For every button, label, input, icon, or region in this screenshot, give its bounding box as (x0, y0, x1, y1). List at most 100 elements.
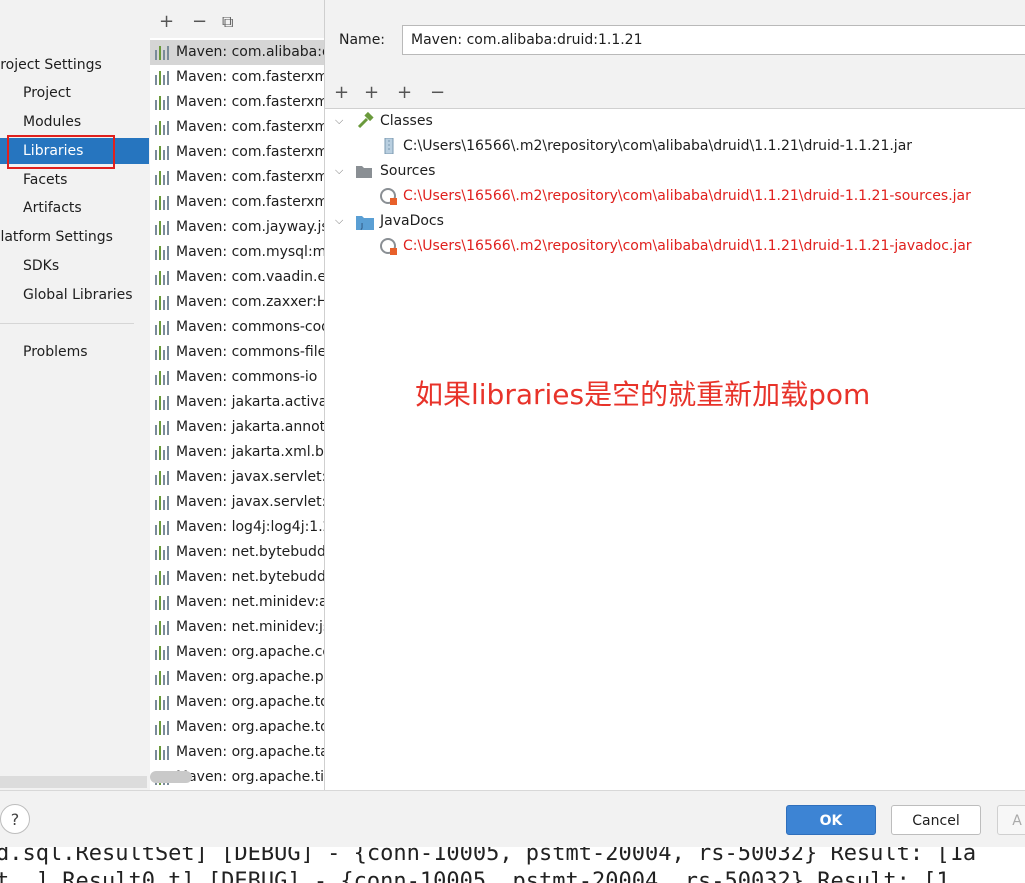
library-list-item[interactable]: Maven: com.fasterxml.jackson.annotations (150, 190, 324, 215)
library-list-item[interactable]: Maven: jakarta.xml.bind (150, 440, 324, 465)
library-bars-icon (155, 321, 171, 335)
library-list-item[interactable]: Maven: commons-fileupload (150, 340, 324, 365)
library-bars-icon (155, 171, 171, 185)
library-name: Maven: net.bytebuddy:byte-buddy (176, 544, 325, 560)
library-list-item[interactable]: Maven: org.apache.tomcat (150, 690, 324, 715)
library-name: Maven: org.apache.tomcat (176, 694, 324, 710)
classes-node[interactable]: Classes (380, 110, 433, 132)
library-bars-icon (155, 246, 171, 260)
javadocs-path[interactable]: C:\Users\16566\.m2\repository\com\alibab… (403, 235, 972, 257)
library-name: Maven: net.minidev:json-smart (176, 619, 324, 635)
library-bars-icon (155, 121, 171, 135)
library-list-item[interactable]: Maven: org.apache.taglibs (150, 740, 324, 765)
chevron-down-icon[interactable]: ⌵ (335, 214, 343, 228)
library-name: Maven: com.jayway.jsonpath (176, 219, 324, 235)
library-list-item[interactable]: Maven: com.mysql:mysql-connector (150, 240, 324, 265)
library-name: Maven: commons-fileupload (176, 344, 324, 360)
library-list-item[interactable]: Maven: javax.servlet:jstl (150, 465, 324, 490)
library-name: Maven: com.fasterxml.jackson.core (176, 94, 325, 110)
library-name: Maven: jakarta.xml.bind (176, 444, 324, 460)
library-list-item[interactable]: Maven: com.fasterxml.jackson.datatype (150, 140, 324, 165)
library-name: Maven: com.vaadin.external (176, 269, 324, 285)
library-list-item[interactable]: Maven: com.vaadin.external (150, 265, 324, 290)
name-label: Name: (339, 32, 386, 48)
library-name: Maven: org.apache.taglibs (176, 744, 324, 760)
library-list-item[interactable]: Maven: net.minidev:accessors-smart (150, 590, 324, 615)
library-list-item[interactable]: Maven: net.bytebuddy:byte-buddy-agent (150, 565, 324, 590)
library-bars-icon (155, 471, 171, 485)
nav-item-sdks[interactable]: SDKs (23, 258, 59, 274)
library-list-item[interactable]: Maven: com.zaxxer:HikariCP (150, 290, 324, 315)
nav-item-project[interactable]: Project (23, 85, 71, 101)
nav-item-problems[interactable]: Problems (23, 344, 88, 360)
library-name: Maven: jakarta.activation (176, 394, 324, 410)
apply-button[interactable]: A (997, 805, 1025, 835)
library-list-item[interactable]: Maven: org.apache.poi (150, 665, 324, 690)
library-list-item[interactable]: Maven: org.apache.commons (150, 640, 324, 665)
nav-item-artifacts[interactable]: Artifacts (23, 200, 82, 216)
add-jar-icon[interactable]: + (397, 84, 412, 102)
library-details-panel: Name: Maven: com.alibaba:druid:1.1.21 + … (325, 0, 1025, 790)
add-root-icon[interactable]: + (334, 84, 349, 102)
library-list-item[interactable]: Maven: javax.servlet:servlet-api (150, 490, 324, 515)
name-row: Name: Maven: com.alibaba:druid:1.1.21 (325, 0, 1025, 78)
sources-path[interactable]: C:\Users\16566\.m2\repository\com\alibab… (403, 185, 971, 207)
library-list-item[interactable]: Maven: com.fasterxml.jackson.databind (150, 115, 324, 140)
cancel-button[interactable]: Cancel (891, 805, 981, 835)
annotation-text: 如果libraries是空的就重新加载pom (415, 378, 871, 411)
settings-nav: Project Settings Project Modules Librari… (0, 0, 149, 790)
classes-hammer-icon (356, 111, 374, 130)
nav-item-facets[interactable]: Facets (23, 172, 67, 188)
library-bars-icon (155, 296, 171, 310)
javadocs-node[interactable]: JavaDocs (380, 210, 444, 232)
library-bars-icon (155, 421, 171, 435)
library-list-item[interactable]: Maven: commons-io (150, 365, 324, 390)
library-list-item[interactable]: Maven: net.bytebuddy:byte-buddy (150, 540, 324, 565)
library-list-item[interactable]: Maven: com.fasterxml.jackson.core (150, 90, 324, 115)
library-list-item[interactable]: Maven: log4j:log4j:1.2.17 (150, 515, 324, 540)
library-bars-icon (155, 371, 171, 385)
nav-scrollbar[interactable] (0, 776, 147, 788)
library-list-item[interactable]: Maven: net.minidev:json-smart (150, 615, 324, 640)
library-name: Maven: com.fasterxml.jackson.annotations (176, 194, 325, 210)
copy-library-icon[interactable]: ⧉ (222, 13, 233, 31)
library-list-scrollbar[interactable] (150, 771, 192, 783)
library-name: Maven: com.fasterxml.jackson.databind (176, 119, 324, 135)
add-url-icon[interactable]: + (364, 84, 379, 102)
library-name: Maven: org.apache.tomcat.embed (176, 719, 324, 735)
library-bars-icon (155, 596, 171, 610)
library-bars-icon (155, 646, 171, 660)
chevron-down-icon[interactable]: ⌵ (335, 114, 343, 128)
javadocs-folder-icon: J (356, 214, 374, 230)
ok-button[interactable]: OK (786, 805, 876, 835)
library-name: Maven: jakarta.annotation (176, 419, 325, 435)
add-library-icon[interactable]: + (159, 13, 174, 31)
library-list-item[interactable]: Maven: jakarta.annotation (150, 415, 324, 440)
library-list-item[interactable]: Maven: com.alibaba:druid:1.1.21 (150, 40, 324, 65)
library-list-item[interactable]: Maven: com.fasterxml.classmate (150, 65, 324, 90)
library-list-item[interactable]: Maven: org.apache.tomcat.embed (150, 715, 324, 740)
classes-path[interactable]: C:\Users\16566\.m2\repository\com\alibab… (403, 135, 912, 157)
library-list-item[interactable]: Maven: com.fasterxml.jackson.module (150, 165, 324, 190)
sources-node[interactable]: Sources (380, 160, 435, 182)
library-list-item[interactable]: Maven: com.jayway.jsonpath (150, 215, 324, 240)
web-file-icon (380, 238, 398, 256)
nav-item-global-libraries[interactable]: Global Libraries (23, 287, 133, 303)
library-name: Maven: org.apache.tika (176, 769, 325, 785)
library-bars-icon (155, 446, 171, 460)
library-name: Maven: net.minidev:accessors-smart (176, 594, 325, 610)
library-bars-icon (155, 221, 171, 235)
library-bars-icon (155, 196, 171, 210)
library-name-input[interactable]: Maven: com.alibaba:druid:1.1.21 (402, 25, 1025, 55)
remove-root-icon[interactable]: − (430, 84, 445, 102)
section-project-settings: Project Settings (0, 57, 102, 73)
library-list-item[interactable]: Maven: jakarta.activation (150, 390, 324, 415)
nav-divider (0, 323, 134, 324)
help-button[interactable]: ? (0, 804, 30, 834)
library-name: Maven: com.fasterxml.jackson.module (176, 169, 324, 185)
nav-item-modules[interactable]: Modules (23, 114, 81, 130)
remove-library-icon[interactable]: − (192, 13, 207, 31)
library-name: Maven: org.apache.poi (176, 669, 325, 685)
chevron-down-icon[interactable]: ⌵ (335, 164, 343, 178)
library-list-item[interactable]: Maven: commons-codec (150, 315, 324, 340)
